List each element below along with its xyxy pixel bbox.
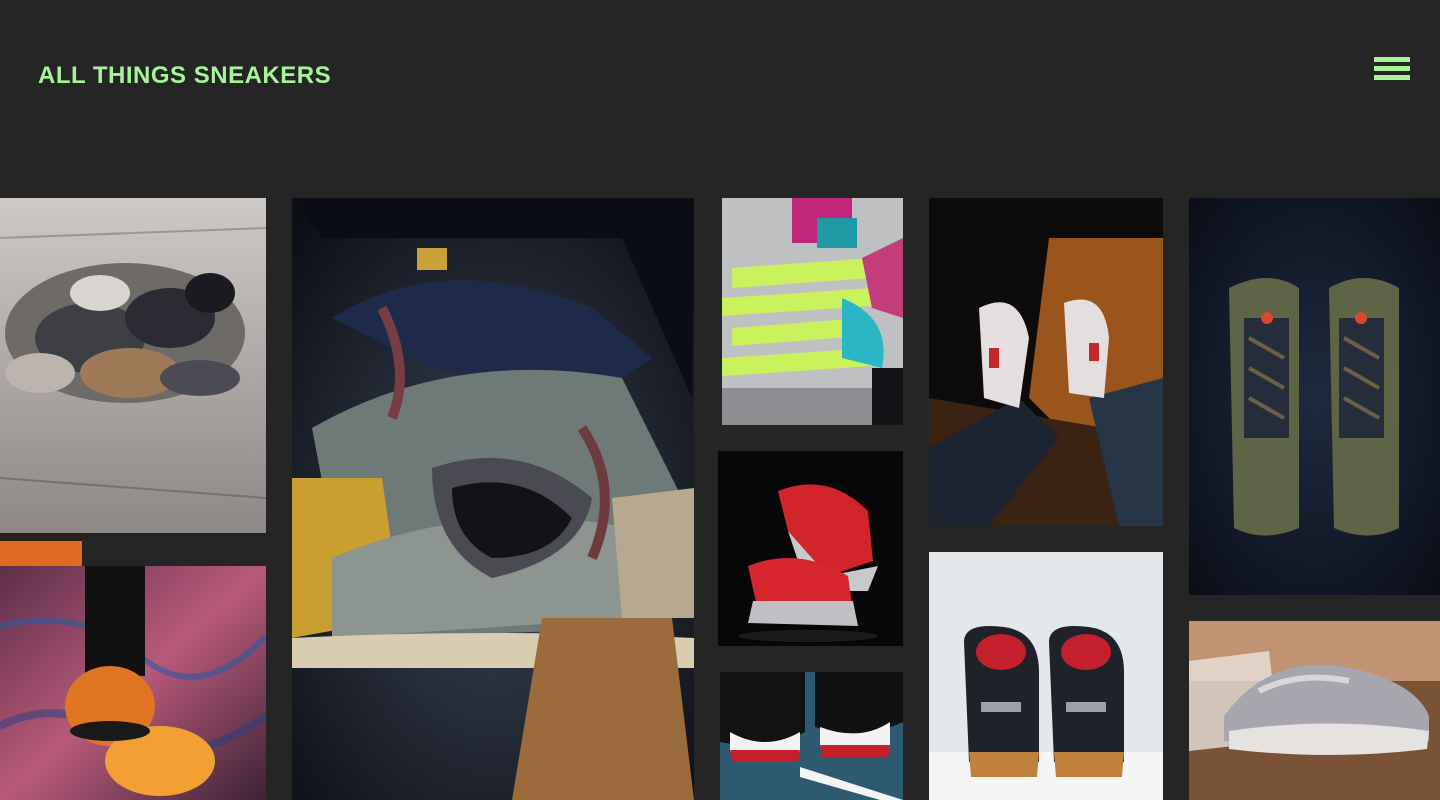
orange-accent-photo-strip — [0, 533, 82, 566]
jordan-11-bred-photo[interactable] — [720, 672, 903, 800]
travis-scott-air-force-1-closeup-photo[interactable] — [292, 198, 694, 800]
nike-red-black-heels-photo[interactable] — [929, 552, 1163, 800]
hamburger-menu-icon[interactable] — [1374, 57, 1410, 84]
red-white-sneakers-on-feet-photo[interactable] — [929, 198, 1163, 526]
site-logo[interactable]: ALL THINGS SNEAKERS — [38, 62, 331, 90]
orange-air-max-720-on-feet-photo[interactable] — [0, 566, 266, 800]
red-metallic-sneakers-photo[interactable] — [718, 451, 903, 646]
travis-scott-jordan-6-olive-photo[interactable] — [1189, 198, 1440, 595]
neon-laces-air-force-1-photo[interactable] — [722, 198, 903, 425]
yeezy-700-grey-photo[interactable] — [1189, 621, 1440, 800]
pile-of-sneakers-photo[interactable] — [0, 198, 266, 533]
